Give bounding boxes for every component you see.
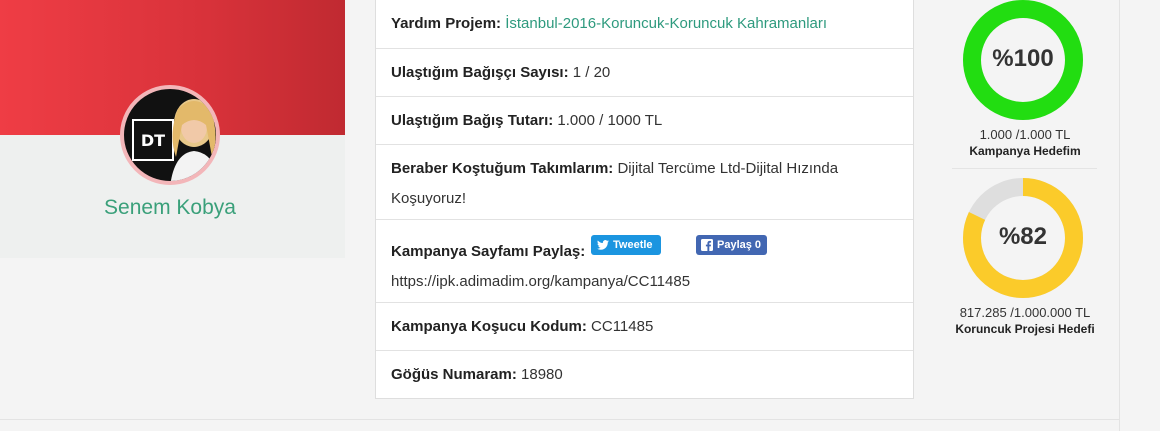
avatar-logo-text: DT (141, 131, 165, 150)
runner-code-label: Kampanya Koşucu Kodum: (391, 318, 587, 335)
goals-divider (952, 168, 1097, 169)
profile-card: DT Senem Kobya (0, 0, 345, 258)
bib-number-value: 18980 (521, 366, 563, 383)
campaign-url[interactable]: https://ipk.adimadim.org/kampanya/CC1148… (391, 267, 898, 297)
project-goal-percent: %82 (998, 223, 1048, 250)
info-table: Yardım Projem: İstanbul-2016-Koruncuk-Ko… (375, 0, 914, 399)
campaign-goal-amount: 1.000 /1.000 TL (979, 127, 1071, 142)
runner-code-value: CC11485 (591, 318, 654, 335)
twitter-bird-icon (597, 240, 609, 250)
info-row-bib-number: Göğüs Numaram: 18980 (376, 350, 913, 398)
info-row-teams: Beraber Koştuğum Takımlarım: Dijital Ter… (376, 144, 913, 219)
campaign-goal-caption: Kampanya Hedefim (969, 144, 1081, 158)
donation-amount-label: Ulaştığım Bağış Tutarı: (391, 112, 554, 129)
info-row-donation-amount: Ulaştığım Bağış Tutarı: 1.000 / 1000 TL (376, 96, 913, 144)
person-photo-icon (170, 99, 216, 181)
share-label: Kampanya Sayfamı Paylaş: (391, 243, 586, 260)
profile-name[interactable]: Senem Kobya (0, 196, 340, 220)
info-row-project: Yardım Projem: İstanbul-2016-Koruncuk-Ko… (376, 0, 913, 48)
bib-number-label: Göğüs Numaram: (391, 366, 517, 383)
tweet-button-label: Tweetle (613, 239, 653, 251)
panel-right-border (1119, 0, 1120, 431)
goals-panel: %100 1.000 /1.000 TL Kampanya Hedefim %8… (932, 0, 1118, 431)
campaign-goal-percent: %100 (992, 45, 1054, 72)
donation-amount-value: 1.000 / 1000 TL (557, 112, 663, 129)
facebook-icon (701, 239, 713, 251)
project-goal-donut: %82 (963, 178, 1083, 298)
tweet-button[interactable]: Tweetle (591, 235, 661, 255)
info-row-runner-code: Kampanya Koşucu Kodum: CC11485 (376, 302, 913, 350)
teams-label: Beraber Koştuğum Takımlarım: (391, 160, 614, 177)
project-link[interactable]: İstanbul-2016-Koruncuk-Koruncuk Kahraman… (505, 15, 827, 32)
avatar[interactable]: DT (120, 85, 220, 185)
donor-count-label: Ulaştığım Bağışçı Sayısı: (391, 64, 569, 81)
info-row-donor-count: Ulaştığım Bağışçı Sayısı: 1 / 20 (376, 48, 913, 96)
campaign-goal-donut: %100 (963, 0, 1083, 120)
project-label: Yardım Projem: (391, 15, 502, 32)
facebook-share-button[interactable]: Paylaş 0 (696, 235, 768, 255)
info-row-share: Kampanya Sayfamı Paylaş: Tweetle Paylaş … (376, 219, 913, 302)
section-bottom-line (0, 419, 1120, 420)
project-goal-caption: Koruncuk Projesi Hedefi (955, 322, 1095, 336)
facebook-button-label: Paylaş 0 (717, 239, 762, 251)
donor-count-value: 1 / 20 (572, 64, 611, 81)
project-goal-amount: 817.285 /1.000.000 TL (959, 305, 1091, 320)
